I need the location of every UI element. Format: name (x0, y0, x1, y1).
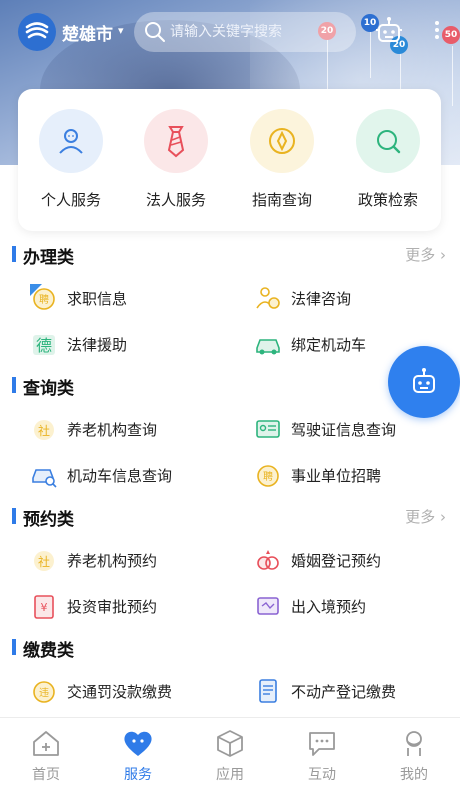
license-icon (254, 415, 282, 443)
bottom-tab-bar: 首页 服务 应用 互动 我的 (0, 717, 460, 790)
svg-text:¥: ¥ (41, 601, 48, 614)
traffic-fine-icon: 违 (30, 677, 58, 705)
svg-text:社: 社 (38, 554, 50, 569)
service-heart-icon (92, 726, 184, 760)
more-link[interactable]: 更多 › (405, 244, 446, 265)
compass-icon (250, 109, 314, 173)
top-bar: 楚雄市 ▾ (0, 10, 460, 54)
list-item-marriage-booking[interactable]: 婚姻登记预约 (254, 545, 381, 575)
list-item-public-recruit[interactable]: 聘 事业单位招聘 (254, 460, 381, 490)
elder-care-icon: 社 (30, 546, 58, 574)
service-label: 政策检索 (357, 191, 418, 209)
svg-text:违: 违 (39, 687, 49, 699)
chat-icon (276, 726, 368, 760)
list-item-property-fee[interactable]: 不动产登记缴费 (254, 676, 396, 706)
svg-text:聘: 聘 (39, 293, 49, 306)
search-input[interactable] (170, 21, 340, 43)
law-consult-icon (254, 284, 282, 312)
svg-text:聘: 聘 (263, 470, 273, 483)
search-bar[interactable] (134, 12, 356, 52)
tab-service[interactable]: 服务 (92, 726, 184, 784)
tab-home[interactable]: 首页 (0, 726, 92, 784)
city-selector[interactable]: 楚雄市 (62, 20, 113, 45)
property-icon (254, 677, 282, 705)
service-label: 法人服务 (145, 191, 206, 209)
app-logo-icon (18, 13, 56, 51)
list-item-legal-consult[interactable]: 法律咨询 (254, 283, 351, 313)
list-item-traffic-fine[interactable]: 违 交通罚没款缴费 (30, 676, 172, 706)
cube-icon (184, 726, 276, 760)
service-label: 指南查询 (251, 191, 312, 209)
list-item-elder-care-booking[interactable]: 社 养老机构预约 (30, 545, 157, 575)
person-icon (39, 109, 103, 173)
invest-icon: ¥ (30, 592, 58, 620)
chevron-down-icon[interactable]: ▾ (118, 24, 124, 37)
svg-text:社: 社 (38, 423, 50, 438)
list-item-exit-entry-booking[interactable]: 出入境预约 (254, 591, 366, 621)
tab-apps[interactable]: 应用 (184, 726, 276, 784)
more-link[interactable]: 更多 › (405, 506, 446, 527)
list-item-license-query[interactable]: 驾驶证信息查询 (254, 414, 396, 444)
list-item-legal-aid[interactable]: 德 法律援助 (30, 329, 127, 359)
profile-icon (368, 726, 460, 760)
law-aid-icon: 德 (30, 330, 58, 358)
car-search-icon (30, 461, 58, 489)
tab-interact[interactable]: 互动 (276, 726, 368, 784)
service-guide[interactable]: 指南查询 (229, 109, 335, 210)
list-item-elder-care-query[interactable]: 社 养老机构查询 (30, 414, 157, 444)
list-item-vehicle-query[interactable]: 机动车信息查询 (30, 460, 172, 490)
elder-care-icon: 社 (30, 415, 58, 443)
service-personal[interactable]: 个人服务 (18, 109, 124, 210)
service-label: 个人服务 (40, 191, 101, 209)
search-icon (145, 22, 165, 42)
home-icon (0, 726, 92, 760)
passport-icon (254, 592, 282, 620)
service-policy-search[interactable]: 政策检索 (335, 109, 441, 210)
service-legal-entity[interactable]: 法人服务 (123, 109, 229, 210)
tie-icon (144, 109, 208, 173)
hire-icon: 聘 (30, 284, 58, 312)
search-icon (356, 109, 420, 173)
hire-icon: 聘 (254, 461, 282, 489)
robot-icon (413, 368, 435, 393)
robot-assistant-icon[interactable] (374, 16, 404, 50)
more-options-icon[interactable] (430, 18, 444, 48)
list-item-job-info[interactable]: 聘 求职信息 (30, 283, 127, 313)
list-item-bind-vehicle[interactable]: 绑定机动车 (254, 329, 366, 359)
service-card: 个人服务 法人服务 指南查询 政策检索 (18, 89, 441, 231)
list-item-investment-booking[interactable]: ¥ 投资审批预约 (30, 591, 157, 621)
car-bind-icon (254, 330, 282, 358)
assistant-fab-button[interactable] (388, 346, 460, 418)
svg-text:德: 德 (36, 336, 52, 355)
rings-icon (254, 546, 282, 574)
tab-mine[interactable]: 我的 (368, 726, 460, 784)
